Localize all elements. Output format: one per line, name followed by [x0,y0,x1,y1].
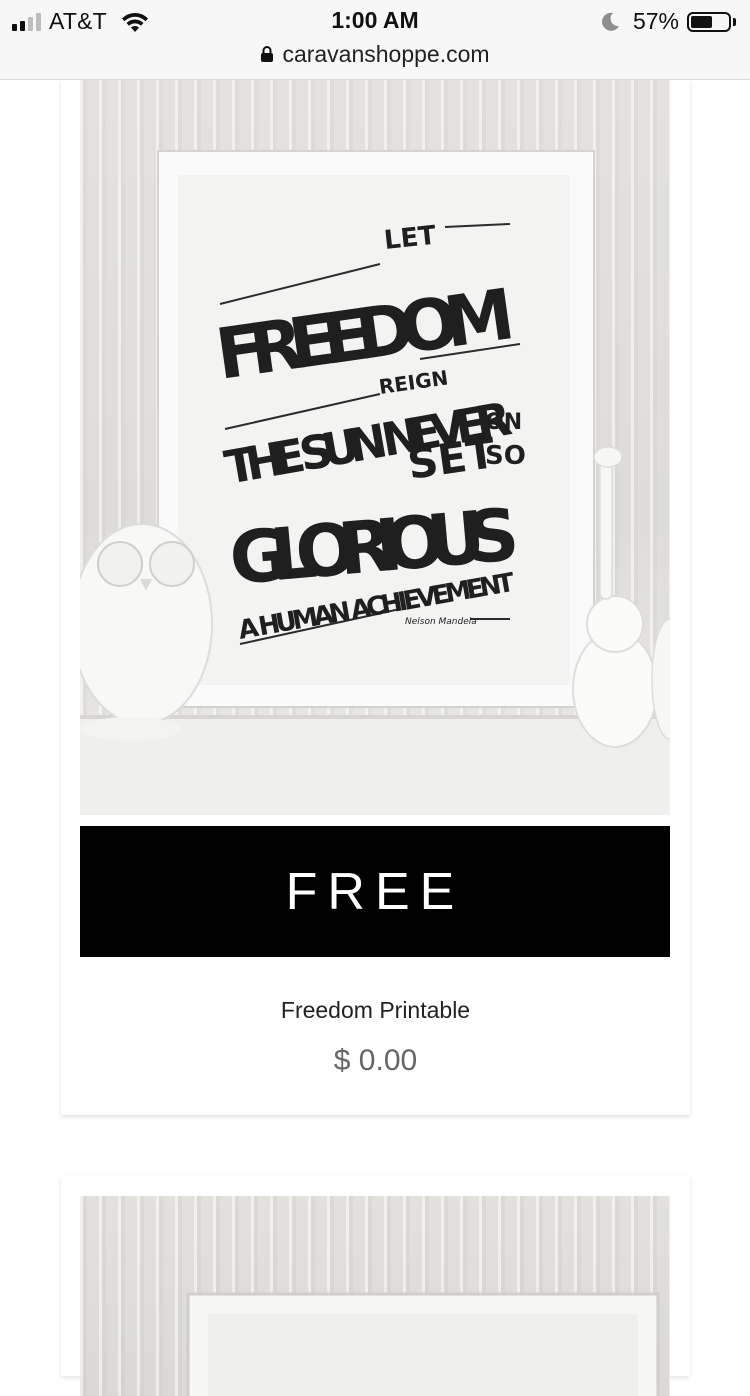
battery-tip [733,17,736,26]
product-card[interactable]: LET FREEDOM REIGN THE SUN NEVER SET ON S… [61,79,690,1115]
poster-text-so: SO [485,441,526,471]
poster-text-let: LET [383,221,438,256]
battery-fill [691,15,712,28]
poster-illustration: LET FREEDOM REIGN THE SUN NEVER SET ON S… [80,150,670,815]
product-image[interactable]: LET FREEDOM REIGN THE SUN NEVER SET ON S… [80,79,670,815]
owl-figurine [80,523,213,741]
product-title[interactable]: Freedom Printable [61,997,690,1024]
battery-percent: 57% [632,8,679,34]
lock-icon [261,46,274,62]
status-right: 57% [599,8,736,35]
moon-icon [602,12,619,31]
poster-text-on: ON [485,410,522,435]
address-bar[interactable]: caravanshoppe.com [0,40,750,68]
product-price: $ 0.00 [333,1044,418,1077]
next-frame-illustration [186,1292,660,1396]
battery-icon [687,11,731,32]
product-card-next[interactable] [61,1176,690,1396]
url-text[interactable]: caravanshoppe.com [282,41,489,68]
product-image-next[interactable] [80,1196,670,1396]
free-banner[interactable]: FREE [80,826,670,957]
browser-topbar: AT&T 1:00 AM 57% caravanshoppe.com [0,0,750,80]
poster-text-signature: Nelson Mandela [405,617,477,627]
